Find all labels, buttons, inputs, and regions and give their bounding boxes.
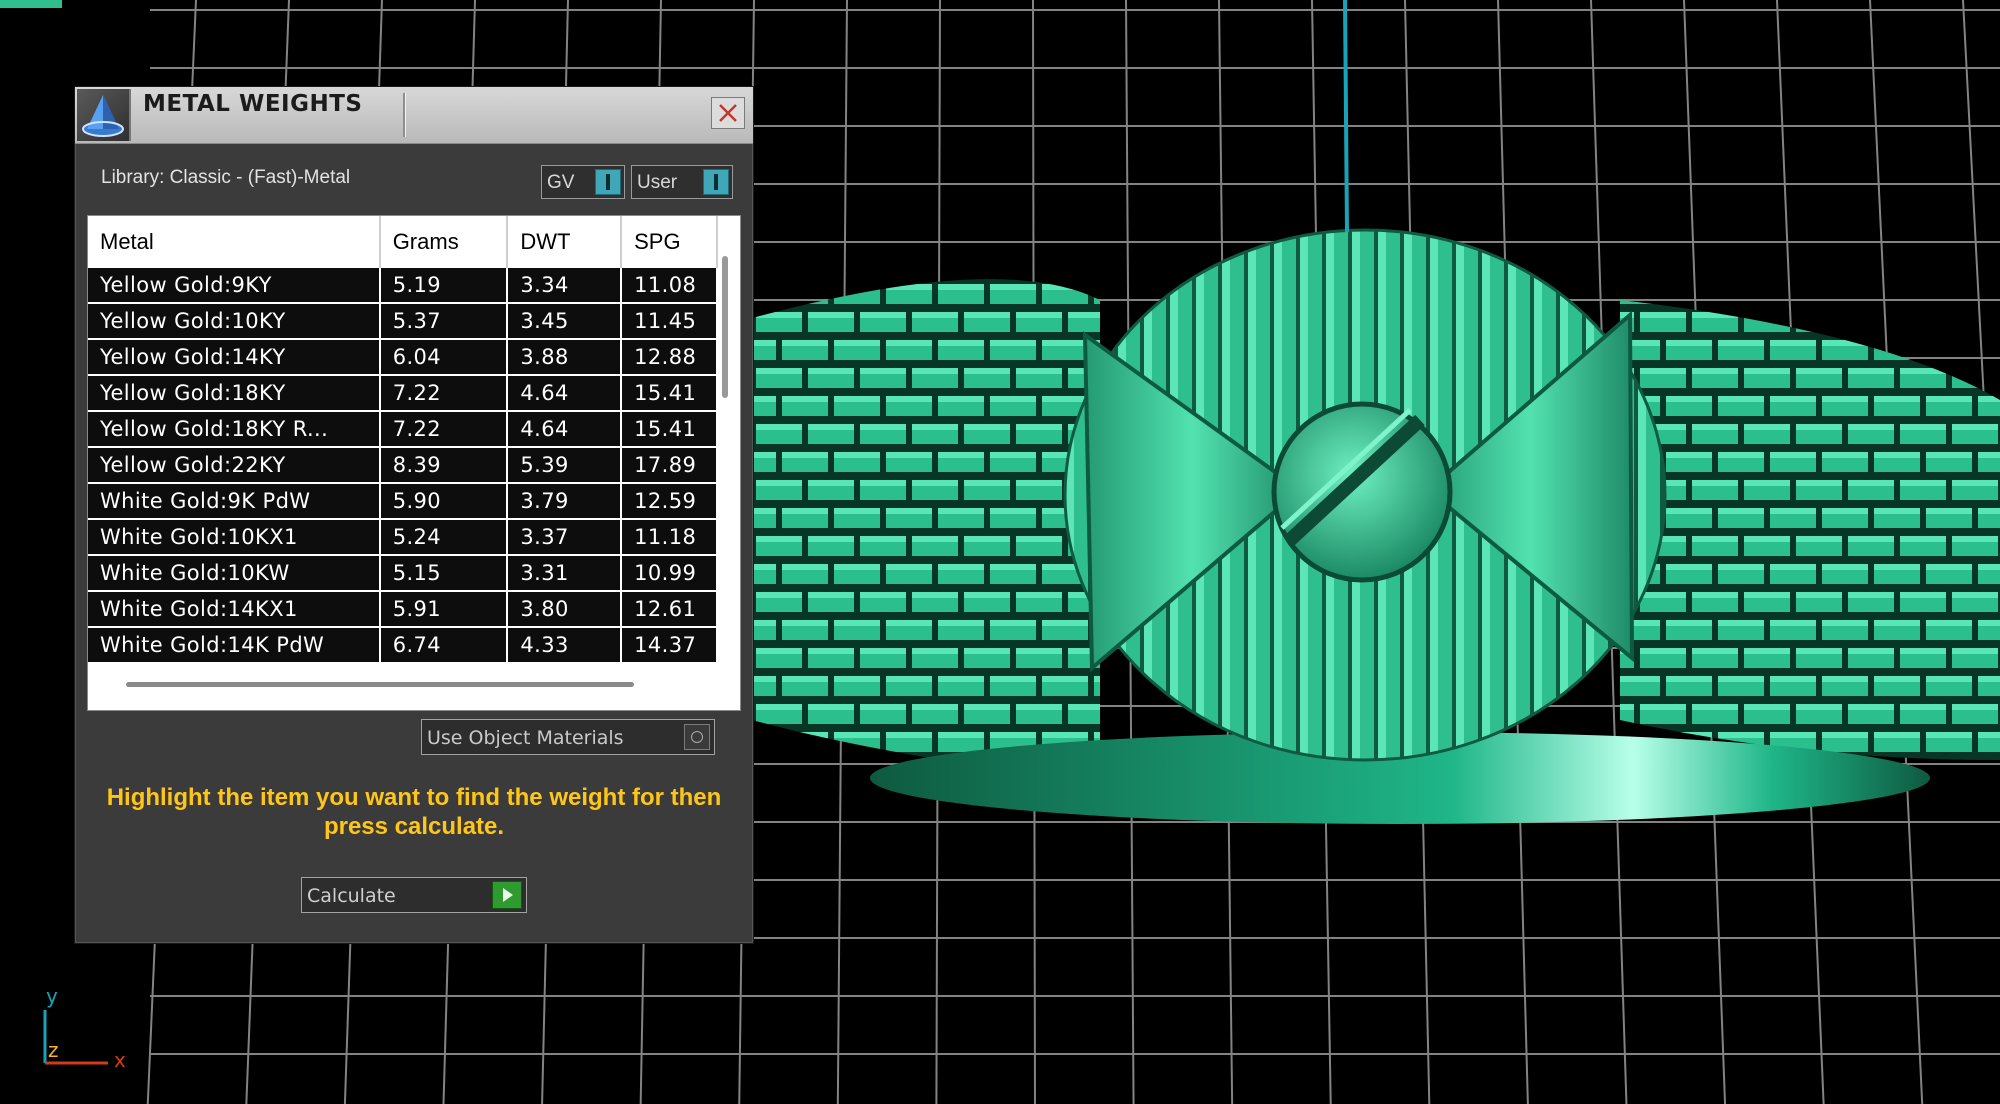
table-row[interactable]: Yellow Gold:10KY 5.37 3.45 11.45 (88, 303, 718, 340)
cell-metal: Yellow Gold:18KY R... (88, 411, 381, 448)
cell-dwt: 3.88 (507, 339, 623, 376)
cell-dwt: 5.39 (507, 447, 623, 484)
cell-spg: 11.45 (621, 303, 718, 340)
cell-grams: 5.15 (379, 555, 509, 592)
horizontal-scrollbar[interactable] (126, 682, 634, 687)
column-header-grams[interactable]: Grams (379, 216, 509, 268)
library-label: Library: Classic - (Fast)-Metal (101, 167, 351, 188)
close-icon (719, 104, 737, 122)
axis-z-label: z (48, 1038, 59, 1062)
cell-grams: 7.22 (379, 375, 509, 412)
cell-grams: 6.74 (379, 627, 509, 664)
user-toggle-label: User (637, 172, 678, 193)
cell-dwt: 3.31 (507, 555, 623, 592)
cell-spg: 12.61 (621, 591, 718, 628)
table-row[interactable]: White Gold:10KX1 5.24 3.37 11.18 (88, 519, 718, 556)
ring-band-right (1620, 300, 2000, 760)
table-header-row: Metal Grams DWT SPG (88, 216, 718, 268)
axis-y-label: y (46, 984, 58, 1008)
play-arrow-icon (492, 881, 522, 909)
cell-dwt: 4.64 (507, 411, 623, 448)
cell-dwt: 3.80 (507, 591, 623, 628)
cell-grams: 7.22 (379, 411, 509, 448)
cell-metal: Yellow Gold:10KY (88, 303, 381, 340)
vertical-scrollbar[interactable] (722, 256, 728, 398)
column-header-spg[interactable]: SPG (621, 216, 718, 268)
titlebar-divider (403, 93, 406, 137)
gv-toggle[interactable]: GV (541, 165, 625, 199)
calculate-label: Calculate (307, 885, 396, 907)
cell-grams: 5.91 (379, 591, 509, 628)
cell-dwt: 3.37 (507, 519, 623, 556)
metal-weights-panel: METAL WEIGHTS Library: Classic - (Fast)-… (74, 86, 754, 944)
cell-dwt: 3.79 (507, 483, 623, 520)
cell-spg: 14.37 (621, 627, 718, 664)
table-row[interactable]: White Gold:9K PdW 5.90 3.79 12.59 (88, 483, 718, 520)
corner-indicator (0, 0, 62, 8)
toggle-switch-icon (595, 169, 621, 195)
toggle-switch-icon (703, 169, 729, 195)
cell-metal: White Gold:10KX1 (88, 519, 381, 556)
calculate-button[interactable]: Calculate (301, 877, 527, 913)
instruction-text: Highlight the item you want to find the … (106, 784, 722, 840)
metal-table[interactable]: Metal Grams DWT SPG Yellow Gold:9KY 5.19 3… (87, 215, 741, 711)
cell-dwt: 3.34 (507, 268, 623, 304)
table-row[interactable]: White Gold:10KW 5.15 3.31 10.99 (88, 555, 718, 592)
table-row[interactable]: Yellow Gold:18KY 7.22 4.64 15.41 (88, 375, 718, 412)
table-row[interactable]: Yellow Gold:22KY 8.39 5.39 17.89 (88, 447, 718, 484)
cell-grams: 5.24 (379, 519, 509, 556)
radio-icon (684, 724, 710, 750)
axis-x-label: x (114, 1048, 126, 1072)
cell-metal: White Gold:10KW (88, 555, 381, 592)
cell-dwt: 4.64 (507, 375, 623, 412)
cell-metal: Yellow Gold:14KY (88, 339, 381, 376)
table-row[interactable]: Yellow Gold:14KY 6.04 3.88 12.88 (88, 339, 718, 376)
cell-spg: 12.88 (621, 339, 718, 376)
cell-grams: 6.04 (379, 339, 509, 376)
axis-line-vertical (1343, 0, 1349, 233)
cell-metal: White Gold:9K PdW (88, 483, 381, 520)
cell-spg: 11.08 (621, 268, 718, 304)
cell-spg: 17.89 (621, 447, 718, 484)
use-object-materials-label: Use Object Materials (427, 727, 624, 749)
table-row[interactable]: Yellow Gold:9KY 5.19 3.34 11.08 (88, 268, 718, 304)
cell-spg: 15.41 (621, 375, 718, 412)
cell-grams: 5.90 (379, 483, 509, 520)
column-header-dwt[interactable]: DWT (507, 216, 623, 268)
gv-toggle-label: GV (547, 172, 575, 193)
cell-dwt: 4.33 (507, 627, 623, 664)
panel-titlebar[interactable]: METAL WEIGHTS (75, 87, 753, 144)
cell-metal: Yellow Gold:18KY (88, 375, 381, 412)
user-toggle[interactable]: User (631, 165, 733, 199)
cell-grams: 5.19 (379, 268, 509, 304)
cell-spg: 15.41 (621, 411, 718, 448)
cell-metal: White Gold:14KX1 (88, 591, 381, 628)
cell-metal: Yellow Gold:22KY (88, 447, 381, 484)
cell-spg: 12.59 (621, 483, 718, 520)
use-object-materials-option[interactable]: Use Object Materials (421, 719, 715, 755)
cell-metal: White Gold:14K PdW (88, 627, 381, 664)
close-button[interactable] (711, 97, 745, 129)
screw-head (1271, 401, 1453, 583)
app-logo-icon (77, 89, 131, 141)
table-row[interactable]: Yellow Gold:18KY R... 7.22 4.64 15.41 (88, 411, 718, 448)
column-header-metal[interactable]: Metal (88, 216, 381, 268)
ring-band-left (745, 279, 1100, 780)
cell-dwt: 3.45 (507, 303, 623, 340)
cell-grams: 8.39 (379, 447, 509, 484)
panel-title: METAL WEIGHTS (143, 91, 363, 117)
cell-metal: Yellow Gold:9KY (88, 268, 381, 304)
cell-grams: 5.37 (379, 303, 509, 340)
table-row[interactable]: White Gold:14K PdW 6.74 4.33 14.37 (88, 627, 718, 664)
table-row[interactable]: White Gold:14KX1 5.91 3.80 12.61 (88, 591, 718, 628)
cell-spg: 11.18 (621, 519, 718, 556)
cell-spg: 10.99 (621, 555, 718, 592)
